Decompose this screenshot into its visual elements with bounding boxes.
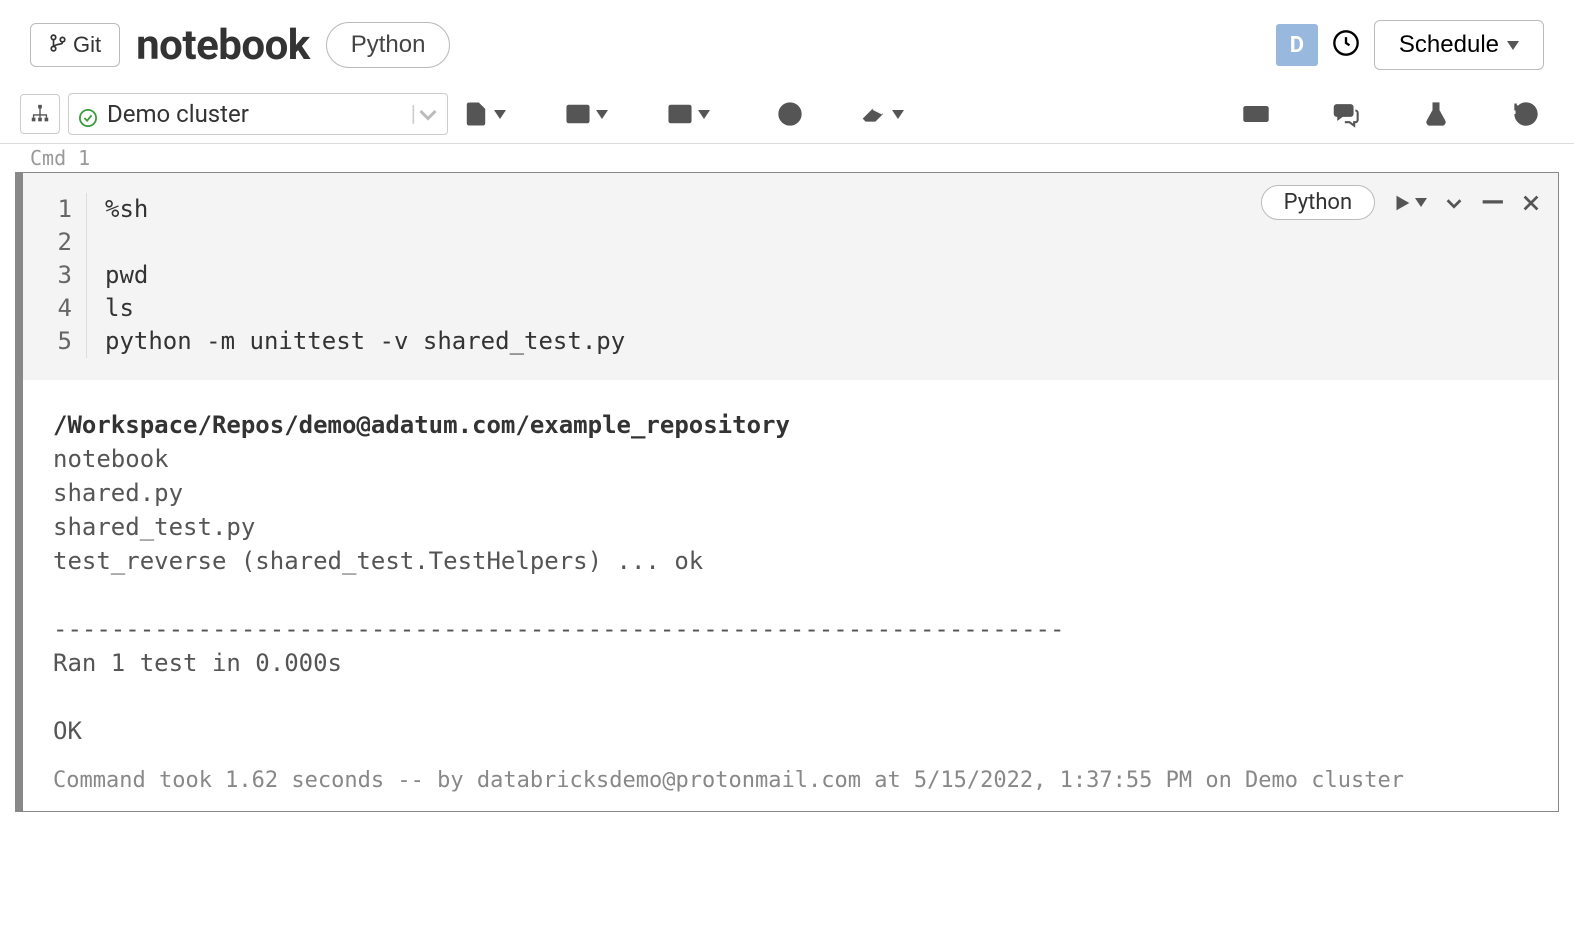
file-tool[interactable] bbox=[456, 94, 512, 134]
schedule-label: Schedule bbox=[1399, 31, 1499, 59]
clock-icon[interactable] bbox=[1332, 29, 1360, 61]
notebook-title[interactable]: notebook bbox=[136, 21, 310, 70]
cell: 12345 %sh pwd ls python -m unittest -v s… bbox=[15, 172, 1559, 812]
cluster-name: Demo cluster bbox=[107, 100, 249, 128]
chevron-down-icon bbox=[596, 110, 608, 119]
cell-output: /Workspace/Repos/demo@adatum.com/example… bbox=[23, 380, 1558, 758]
collapse-icon[interactable] bbox=[1443, 192, 1465, 214]
language-pill[interactable]: Python bbox=[326, 22, 451, 68]
code-area[interactable]: 12345 %sh pwd ls python -m unittest -v s… bbox=[23, 173, 1558, 380]
image-tool[interactable] bbox=[660, 94, 716, 134]
code-text[interactable]: %sh pwd ls python -m unittest -v shared_… bbox=[87, 193, 625, 358]
output-path: /Workspace/Repos/demo@adatum.com/example… bbox=[53, 408, 1528, 442]
run-tool[interactable] bbox=[762, 94, 818, 134]
output-body: notebook shared.py shared_test.py test_r… bbox=[53, 442, 1528, 748]
git-button[interactable]: Git bbox=[30, 23, 120, 67]
toolbar: Demo cluster | bbox=[0, 85, 1574, 144]
branch-icon bbox=[49, 32, 67, 58]
close-icon[interactable] bbox=[1520, 192, 1542, 214]
cmd-label: Cmd 1 bbox=[0, 144, 1574, 172]
schedule-button[interactable]: Schedule bbox=[1374, 20, 1544, 70]
tree-button[interactable] bbox=[20, 94, 60, 134]
cell-footer: Command took 1.62 seconds -- by databric… bbox=[23, 758, 1558, 811]
chevron-down-icon bbox=[494, 110, 506, 119]
minimize-icon[interactable]: — bbox=[1481, 185, 1504, 220]
chevron-down-icon bbox=[698, 110, 710, 119]
git-label: Git bbox=[73, 32, 101, 58]
cluster-selector[interactable]: Demo cluster | bbox=[68, 93, 448, 135]
chevron-down-icon bbox=[892, 110, 904, 119]
experiment-icon[interactable] bbox=[1408, 94, 1464, 134]
chevron-down-icon bbox=[1507, 41, 1519, 50]
cell-lang-pill[interactable]: Python bbox=[1261, 185, 1375, 220]
comments-icon[interactable] bbox=[1318, 94, 1374, 134]
cluster-dropdown-icon: | bbox=[411, 102, 437, 127]
line-gutter: 12345 bbox=[23, 193, 87, 358]
run-cell-icon[interactable] bbox=[1391, 192, 1427, 214]
keyboard-icon[interactable] bbox=[1228, 94, 1284, 134]
header-bar: Git notebook Python D Schedule bbox=[0, 0, 1574, 85]
chevron-down-icon bbox=[1415, 198, 1427, 207]
cell-actions: Python — bbox=[1261, 185, 1542, 220]
eraser-tool[interactable] bbox=[854, 94, 910, 134]
avatar[interactable]: D bbox=[1276, 24, 1318, 66]
cell-accent-bar bbox=[16, 173, 23, 811]
edit-tool[interactable] bbox=[558, 94, 614, 134]
status-ok-icon bbox=[79, 105, 97, 123]
history-icon[interactable] bbox=[1498, 94, 1554, 134]
header-right: D Schedule bbox=[1276, 20, 1544, 70]
